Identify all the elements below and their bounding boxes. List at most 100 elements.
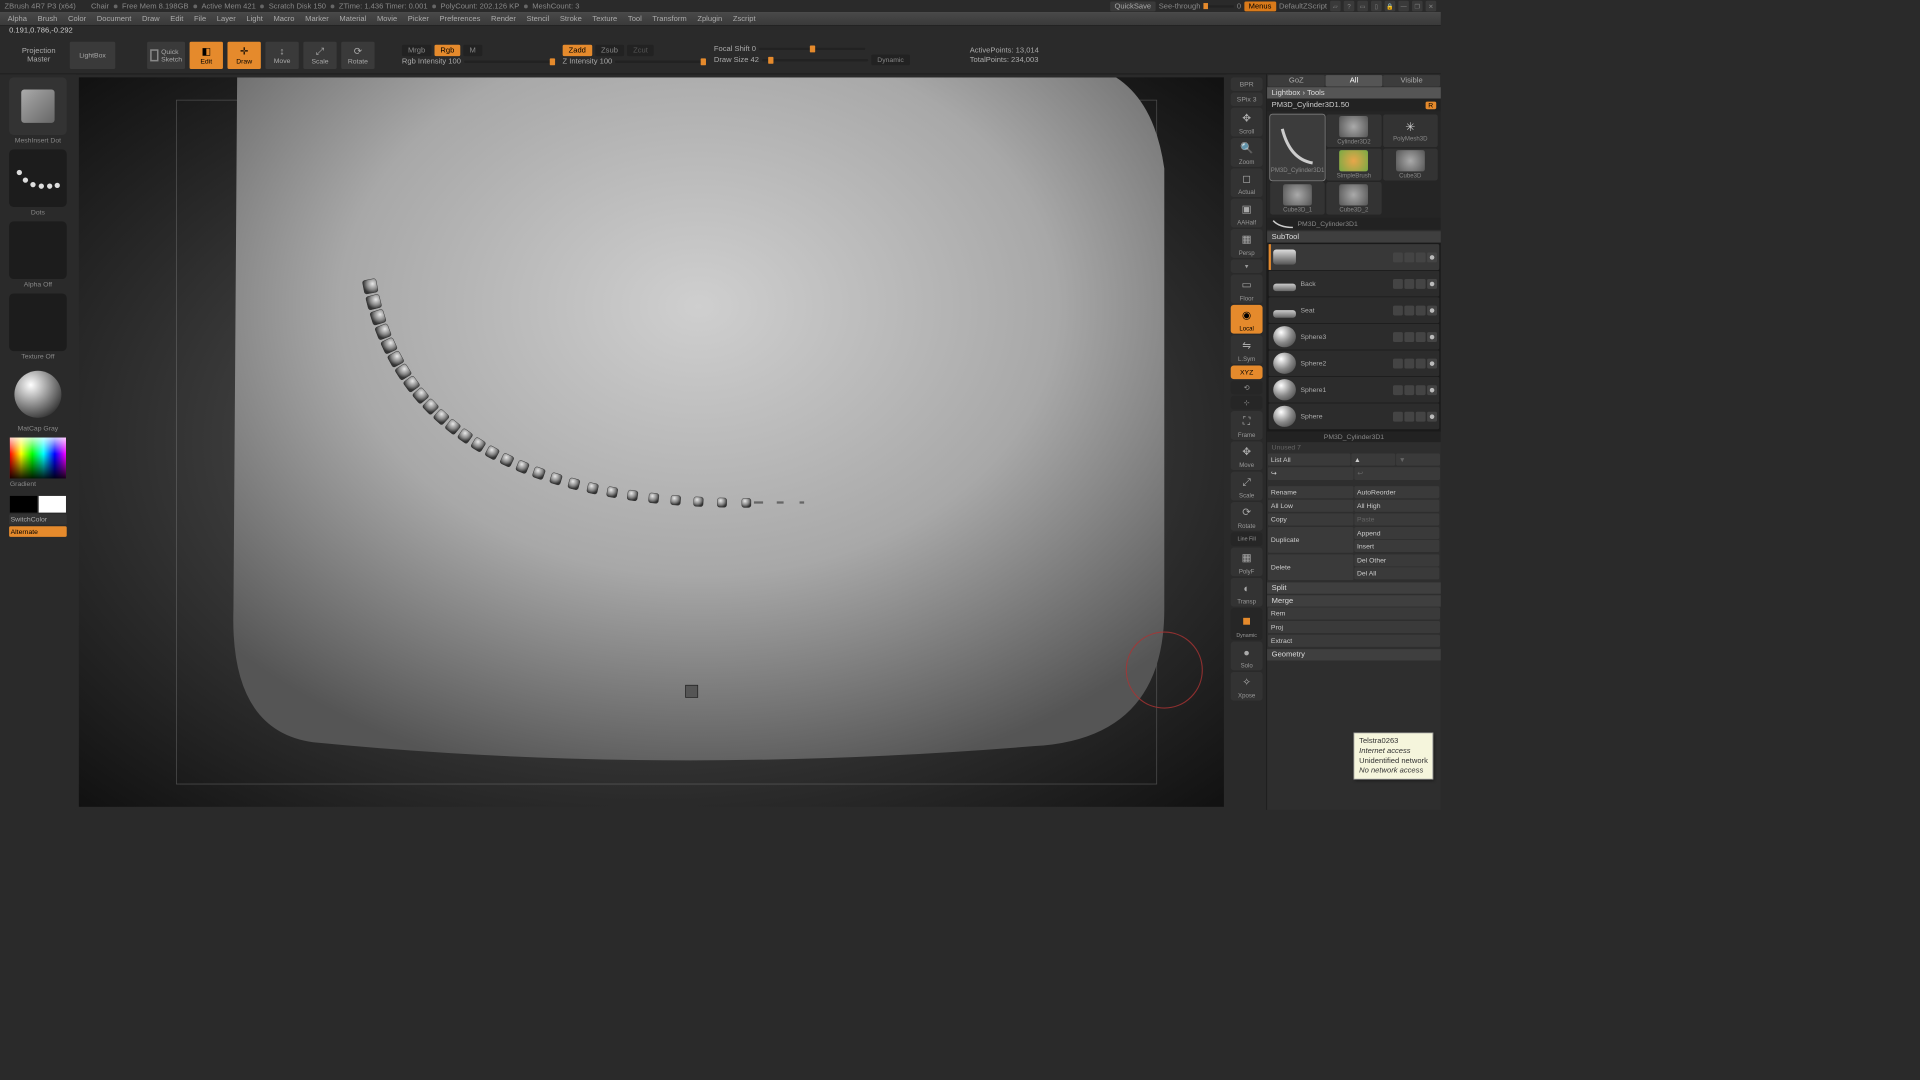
polyf-button[interactable]: ▦PolyF (1231, 547, 1263, 576)
duplicate-button[interactable]: Duplicate (1268, 527, 1353, 553)
rgb-button[interactable]: Rgb (434, 44, 460, 55)
dynamic-button[interactable]: Dynamic (871, 55, 910, 66)
menu-zplugin[interactable]: Zplugin (697, 15, 722, 23)
delother-button[interactable]: Del Other (1354, 554, 1439, 566)
delall-button[interactable]: Del All (1354, 567, 1439, 579)
subtool-row-2[interactable]: Seat (1269, 297, 1440, 323)
subtool-header[interactable]: SubTool (1267, 231, 1441, 242)
zsub-button[interactable]: Zsub (595, 44, 624, 55)
menu-light[interactable]: Light (246, 15, 262, 23)
allhigh-button[interactable]: All High (1354, 500, 1439, 512)
rot-lock-button[interactable]: ⟲ (1231, 381, 1263, 395)
menu-file[interactable]: File (194, 15, 206, 23)
help-icon[interactable]: ? (1344, 1, 1355, 12)
z-intensity-slider[interactable] (615, 60, 706, 62)
menu-document[interactable]: Document (97, 15, 132, 23)
rgb-intensity-slider[interactable] (464, 60, 555, 62)
edit-button[interactable]: ◧Edit (190, 41, 223, 68)
delete-button[interactable]: Delete (1268, 554, 1353, 580)
subtool-row-4[interactable]: Sphere2 (1269, 350, 1440, 376)
seethrough-slider[interactable] (1203, 5, 1233, 7)
paste-button[interactable]: Paste (1354, 513, 1439, 525)
gradient-label[interactable]: Gradient (10, 480, 66, 488)
up-button[interactable]: ▲ (1351, 453, 1395, 465)
menu-tool[interactable]: Tool (628, 15, 642, 23)
move-tool-button[interactable]: ✥Move (1231, 441, 1263, 470)
copy-button[interactable]: Copy (1268, 513, 1353, 525)
notes-icon[interactable]: ▱ (1330, 1, 1341, 12)
menu-alpha[interactable]: Alpha (8, 15, 27, 23)
tool-name-row[interactable]: PM3D_Cylinder3D1.50 R (1267, 99, 1441, 112)
menu-stencil[interactable]: Stencil (526, 15, 549, 23)
menu-material[interactable]: Material (339, 15, 366, 23)
mrgb-button[interactable]: Mrgb (402, 44, 431, 55)
listall-button[interactable]: List All (1268, 453, 1350, 465)
viewport-canvas[interactable] (79, 77, 1224, 806)
close-icon[interactable]: ✕ (1426, 1, 1437, 12)
menu-picker[interactable]: Picker (408, 15, 429, 23)
xpose-button[interactable]: ✧Xpose (1231, 672, 1263, 701)
scale-button[interactable]: ⤢Scale (303, 41, 336, 68)
menu-edit[interactable]: Edit (170, 15, 183, 23)
alternate-button[interactable]: Alternate (9, 526, 67, 537)
local-button[interactable]: ◉Local (1231, 305, 1263, 334)
subtool-row-6[interactable]: Sphere (1269, 403, 1440, 429)
brush-slot[interactable] (9, 77, 67, 135)
stroke-slot[interactable] (9, 149, 67, 207)
arrow-nav2-button[interactable]: ↩ (1354, 467, 1440, 480)
floor-divider[interactable]: ▾ (1231, 259, 1263, 273)
matcap-slot[interactable] (9, 366, 67, 424)
floor-button[interactable]: ▭Floor (1231, 275, 1263, 304)
bpr-button[interactable]: BPR (1231, 77, 1263, 91)
projection-master-button[interactable]: Projection Master (12, 47, 65, 64)
zoom-button[interactable]: 🔍Zoom (1231, 138, 1263, 167)
swatch-main[interactable] (39, 496, 66, 513)
zadd-button[interactable]: Zadd (563, 44, 592, 55)
split-header[interactable]: Split (1267, 582, 1441, 593)
alllow-button[interactable]: All Low (1268, 500, 1353, 512)
swatch-secondary[interactable] (10, 496, 37, 513)
draw-button[interactable]: ✛Draw (227, 41, 260, 68)
all-tab[interactable]: All (1326, 75, 1383, 86)
scroll-button[interactable]: ✥Scroll (1231, 108, 1263, 137)
arrow-nav-button[interactable]: ↪ (1268, 467, 1354, 480)
snap-button[interactable]: ⊹ (1231, 396, 1263, 410)
tool-cell-1[interactable]: Cylinder3D2 (1327, 115, 1382, 147)
merge-header[interactable]: Merge (1267, 595, 1441, 606)
visible-tab[interactable]: Visible (1383, 75, 1440, 86)
rotate-button[interactable]: ⟳Rotate (341, 41, 374, 68)
subtool-row-3[interactable]: Sphere3 (1269, 324, 1440, 350)
maximize-icon[interactable]: ❐ (1412, 1, 1423, 12)
frame-button[interactable]: ⛶Frame (1231, 411, 1263, 440)
menu-transform[interactable]: Transform (652, 15, 686, 23)
alpha-slot[interactable] (9, 221, 67, 279)
menu-layer[interactable]: Layer (217, 15, 236, 23)
extract-row[interactable]: Extract (1268, 635, 1440, 647)
move-button[interactable]: ↕Move (265, 41, 298, 68)
proj-row[interactable]: Proj (1268, 621, 1440, 633)
rotate-tool-button[interactable]: ⟳Rotate (1231, 502, 1263, 531)
tool-cell-0[interactable]: PM3D_Cylinder3D1 (1270, 115, 1325, 181)
menu-preferences[interactable]: Preferences (439, 15, 480, 23)
lsym-button[interactable]: ⇋L.Sym (1231, 335, 1263, 364)
subtool-row-1[interactable]: Back (1269, 271, 1440, 297)
down-button[interactable]: ▼ (1396, 453, 1440, 465)
menu-zscript[interactable]: Zscript (733, 15, 756, 23)
append-button[interactable]: Append (1354, 527, 1439, 539)
xyz-button[interactable]: XYZ (1231, 366, 1263, 380)
tool-cell-3[interactable]: SimpleBrush (1327, 148, 1382, 180)
subtool-row-5[interactable]: Sphere1 (1269, 377, 1440, 403)
lightbox-button[interactable]: LightBox (70, 41, 115, 68)
quick-sketch-button[interactable]: Quick Sketch (147, 41, 185, 68)
menu-macro[interactable]: Macro (273, 15, 294, 23)
tool-cell-2[interactable]: ✳PolyMesh3D (1383, 115, 1438, 147)
menu-brush[interactable]: Brush (38, 15, 58, 23)
spix-button[interactable]: SPix 3 (1231, 93, 1263, 107)
focal-shift-slider[interactable] (759, 48, 865, 50)
goz-tab[interactable]: GoZ (1268, 75, 1325, 86)
menu-texture[interactable]: Texture (592, 15, 617, 23)
menu-color[interactable]: Color (68, 15, 86, 23)
actual-button[interactable]: ◻Actual (1231, 168, 1263, 197)
m-button[interactable]: M (463, 44, 481, 55)
subtool-row-0[interactable] (1269, 244, 1440, 270)
